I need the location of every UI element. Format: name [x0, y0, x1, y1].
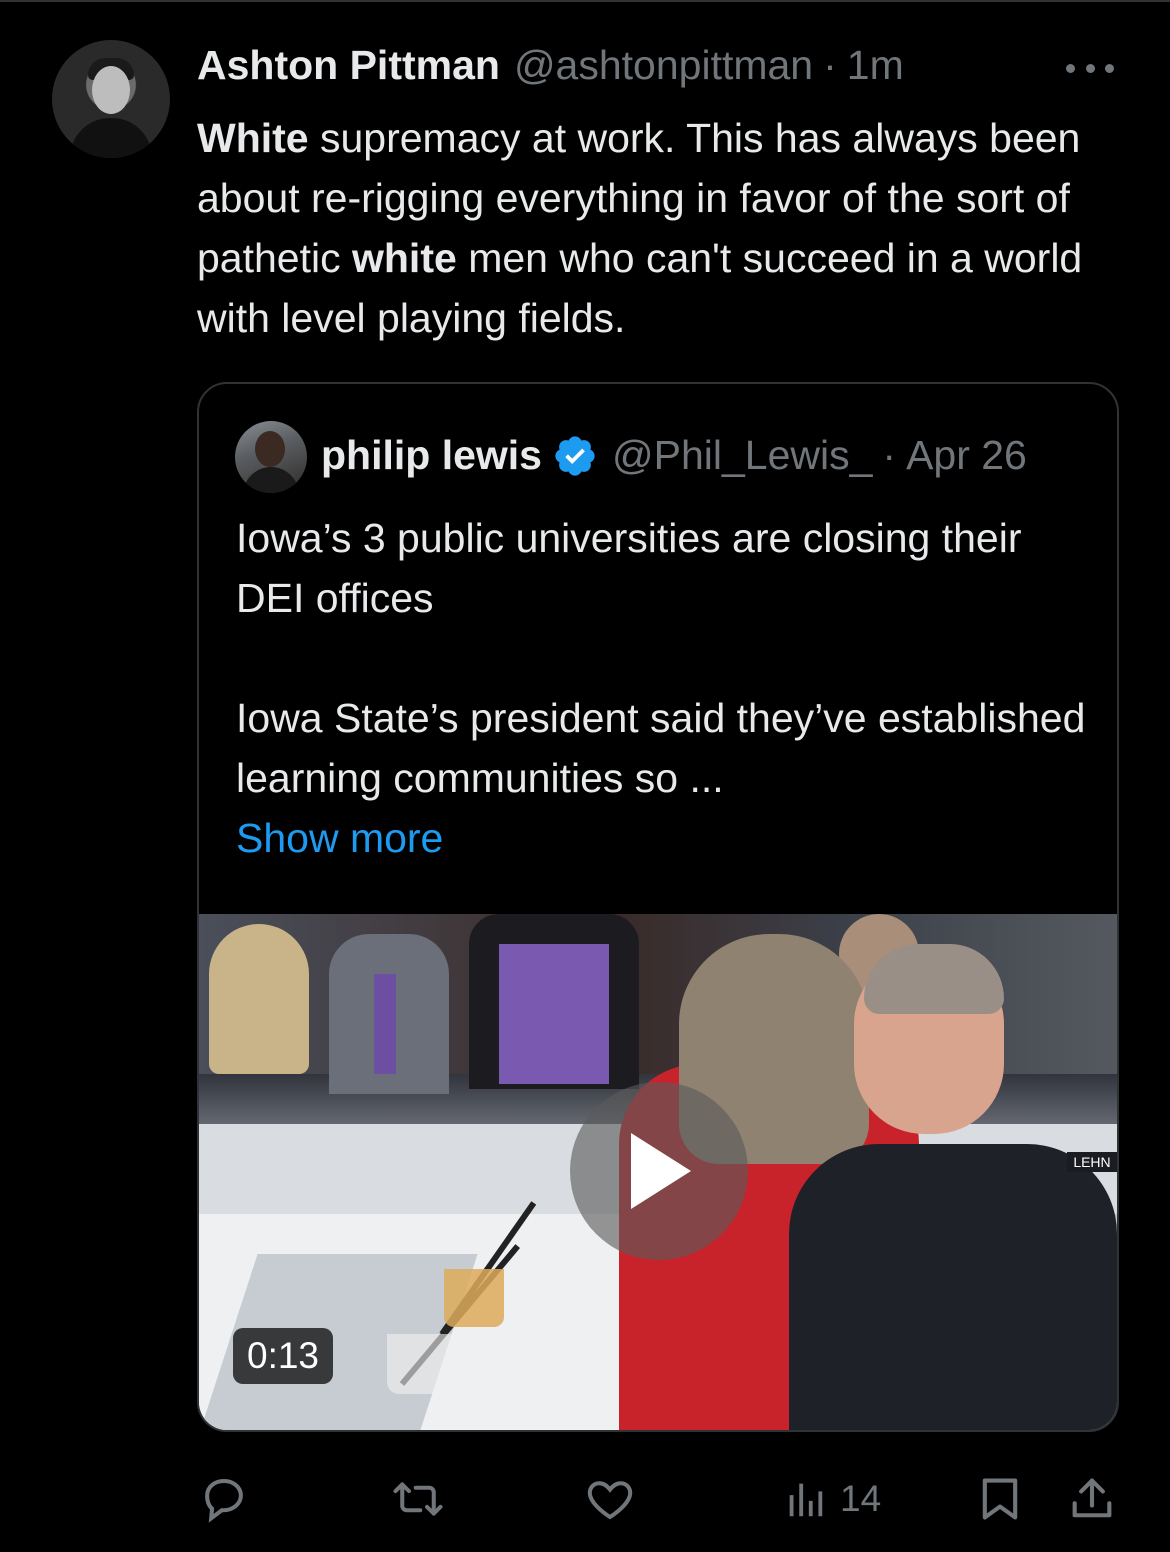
quoted-text: Iowa’s 3 public universities are closing…	[236, 508, 1096, 868]
tweet-text-bold: white	[352, 235, 457, 281]
header-separator: ·	[823, 42, 837, 88]
more-dot	[1105, 63, 1114, 73]
avatar-face	[92, 66, 130, 114]
avatar-shoulders	[243, 467, 299, 493]
tweet-text: White supremacy at work. This has always…	[197, 108, 1127, 348]
quoted-tweet-time[interactable]: Apr 26	[906, 432, 1027, 479]
video-scene-nameplate: LEHN	[1067, 1152, 1117, 1172]
top-divider	[0, 0, 1170, 2]
bookmark-icon	[982, 1478, 1018, 1520]
author-handle[interactable]: @ashtonpittman	[514, 42, 813, 89]
author-name[interactable]: Ashton Pittman	[197, 42, 500, 89]
quoted-paragraph: Iowa’s 3 public universities are closing…	[236, 515, 1022, 621]
share-button[interactable]	[1066, 1464, 1118, 1534]
retweet-button[interactable]	[388, 1464, 448, 1534]
video-scene-cup	[444, 1269, 504, 1327]
author-avatar[interactable]	[52, 40, 170, 158]
more-dots-icon[interactable]	[1066, 58, 1114, 78]
verified-badge-icon	[555, 435, 595, 476]
video-scene-hair	[864, 944, 1004, 1014]
views-button[interactable]: 14	[782, 1464, 881, 1534]
quoted-author-avatar[interactable]	[235, 421, 307, 493]
quoted-author-handle[interactable]: @Phil_Lewis_	[612, 432, 872, 479]
tweet-time[interactable]: 1m	[847, 42, 904, 89]
views-chart-icon	[789, 1483, 823, 1517]
video-scene-tie	[374, 974, 396, 1074]
reply-button[interactable]	[197, 1464, 251, 1534]
views-count: 14	[840, 1478, 882, 1519]
video-duration: 0:13	[233, 1328, 334, 1384]
video-scene-shirt	[499, 944, 609, 1084]
bookmark-button[interactable]	[974, 1464, 1026, 1534]
video-scene-cup	[387, 1334, 457, 1394]
heart-icon	[587, 1481, 633, 1520]
quoted-header: philip lewis @Phil_Lewis_ · Apr 26	[321, 432, 1027, 479]
tweet-text-bold: White	[197, 115, 309, 161]
like-button[interactable]	[583, 1464, 637, 1534]
video-scene-person	[209, 924, 309, 1074]
share-icon	[1072, 1478, 1112, 1518]
quoted-author-name[interactable]: philip lewis	[321, 432, 542, 479]
quoted-paragraph: Iowa State’s president said they’ve esta…	[236, 695, 1086, 801]
avatar-face	[255, 431, 285, 467]
video-scene-person	[789, 1144, 1117, 1430]
play-icon	[631, 1133, 691, 1209]
video-player[interactable]: LEHN 0:13	[199, 914, 1117, 1430]
action-bar: 14	[0, 1464, 1170, 1534]
show-more-link[interactable]: Show more	[236, 808, 1096, 868]
quoted-header-separator: ·	[882, 432, 897, 478]
avatar-shoulders	[70, 118, 152, 158]
play-button[interactable]	[570, 1082, 748, 1260]
tweet-header: Ashton Pittman @ashtonpittman · 1m	[197, 42, 904, 98]
quoted-tweet[interactable]: philip lewis @Phil_Lewis_ · Apr 26 Iowa’…	[197, 382, 1119, 1432]
retweet-icon	[393, 1482, 443, 1516]
more-dot	[1066, 63, 1075, 73]
more-dot	[1085, 63, 1095, 73]
reply-icon	[205, 1478, 243, 1523]
